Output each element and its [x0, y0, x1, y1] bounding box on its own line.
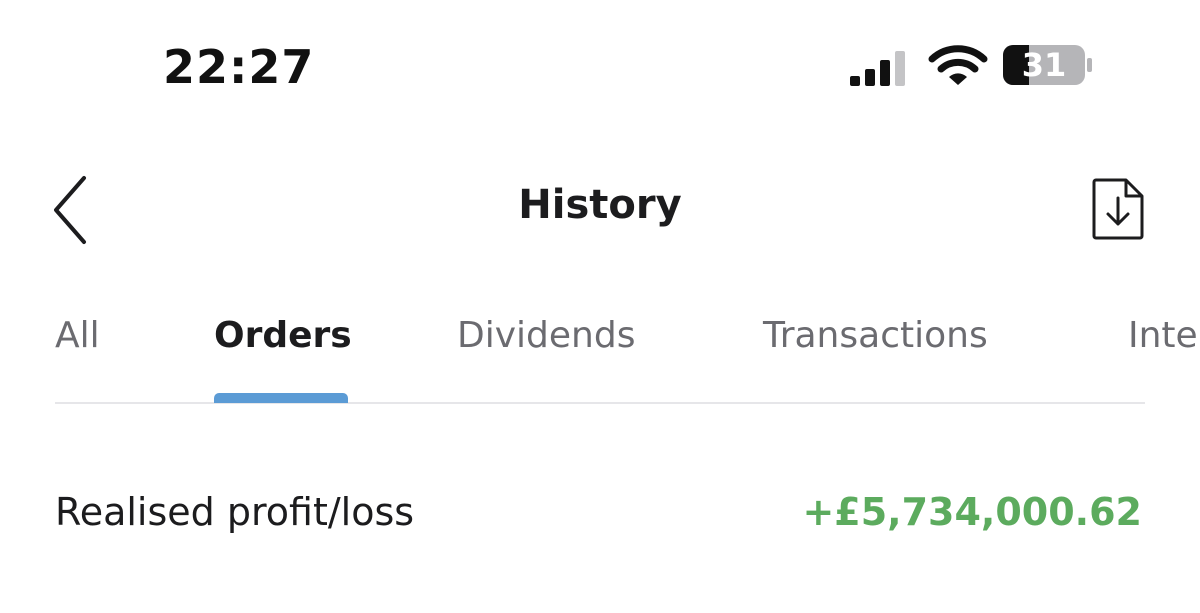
tab-bar: All Orders Dividends Transactions Inte — [0, 305, 1200, 405]
tab-transactions[interactable]: Transactions — [763, 315, 988, 356]
battery-level: 31 — [1021, 46, 1067, 84]
page-title: History — [518, 182, 682, 228]
download-document-icon — [1092, 178, 1144, 240]
tab-orders[interactable]: Orders — [214, 315, 352, 356]
summary-value: +£5,734,000.62 — [802, 490, 1142, 534]
active-tab-indicator — [214, 393, 348, 403]
summary-label: Realised profit/loss — [55, 490, 415, 534]
tab-all[interactable]: All — [55, 315, 100, 356]
download-button[interactable] — [1088, 174, 1150, 244]
realised-profit-loss-row: Realised profit/loss +£5,734,000.62 — [0, 480, 1200, 550]
nav-bar: History — [0, 150, 1200, 270]
wifi-icon — [928, 45, 988, 85]
cellular-signal-icon — [850, 51, 905, 86]
status-bar: 22:27 31 — [0, 0, 1200, 130]
status-time: 22:27 — [163, 40, 315, 94]
tab-dividends[interactable]: Dividends — [457, 315, 635, 356]
tab-interest[interactable]: Inte — [1128, 315, 1198, 356]
